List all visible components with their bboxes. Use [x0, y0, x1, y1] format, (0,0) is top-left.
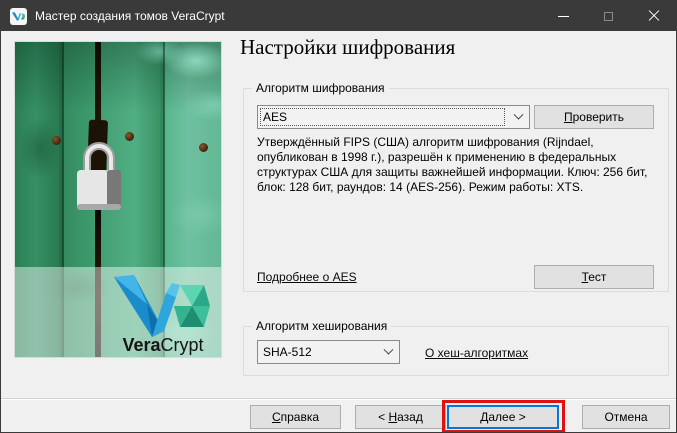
veracrypt-wordmark: VeraCrypt [113, 335, 213, 356]
minimize-icon [558, 16, 569, 17]
window-title: Мастер создания томов VeraCrypt [35, 9, 541, 23]
wizard-window: Мастер создания томов VeraCrypt [0, 0, 677, 433]
logo-band: VeraCrypt [15, 267, 221, 357]
verify-button-mnemonic: П [564, 110, 573, 124]
maximize-icon [604, 12, 613, 21]
padlock-photo-panel: VeraCrypt [14, 41, 222, 358]
hash-algorithm-value: SHA-512 [258, 345, 377, 359]
bolt-icon [52, 136, 61, 145]
page-title: Настройки шифрования [240, 35, 455, 60]
encryption-group: Алгоритм шифрования AES Проверить Утверж… [243, 88, 669, 292]
help-button[interactable]: Справка [250, 405, 341, 429]
chevron-down-icon [507, 114, 529, 121]
back-button-mnemonic: Н [388, 410, 397, 424]
next-button-label: алее > [488, 410, 525, 424]
back-button[interactable]: < Назад [355, 405, 446, 429]
benchmark-button-label: ест [588, 270, 606, 284]
padlock-icon [73, 142, 125, 212]
hash-algorithm-select[interactable]: SHA-512 [257, 340, 400, 364]
title-bar: Мастер создания томов VeraCrypt [1, 1, 676, 31]
encryption-group-label: Алгоритм шифрования [252, 81, 389, 95]
back-button-label: азад [397, 410, 423, 424]
veracrypt-app-icon [10, 8, 27, 25]
chevron-down-icon [377, 349, 399, 356]
encryption-algorithm-select[interactable]: AES [257, 105, 530, 129]
benchmark-button[interactable]: Тест [534, 265, 654, 289]
maximize-button[interactable] [586, 1, 631, 31]
help-button-mnemonic: С [272, 410, 281, 424]
verify-button-label: роверить [573, 110, 624, 124]
dialog-client-area: VeraCrypt Настройки шифрования Алгоритм … [1, 31, 676, 432]
help-button-label: правка [281, 410, 319, 424]
hash-info-link[interactable]: О хеш-алгоритмах [425, 346, 528, 360]
cancel-button[interactable]: Отмена [582, 405, 670, 429]
hashing-group: Алгоритм хеширования SHA-512 О хеш-алгор… [243, 326, 669, 376]
algorithm-description: Утверждённый FIPS (США) алгоритм шифрова… [257, 135, 665, 195]
encryption-algorithm-value: AES [258, 110, 507, 124]
close-button[interactable] [631, 1, 676, 31]
more-about-aes-link[interactable]: Подробнее о AES [257, 270, 357, 284]
minimize-button[interactable] [541, 1, 586, 31]
veracrypt-logo [114, 275, 210, 337]
next-button[interactable]: Далее > [447, 405, 559, 429]
wordmark-bold: Vera [122, 335, 160, 355]
wordmark-regular: Crypt [161, 335, 204, 355]
back-button-prefix: < [378, 410, 388, 424]
bolt-icon [199, 143, 208, 152]
hashing-group-label: Алгоритм хеширования [252, 319, 391, 333]
bolt-icon [125, 132, 134, 141]
vc-logo-icon [12, 10, 25, 23]
verify-button[interactable]: Проверить [534, 105, 654, 129]
footer-separator [1, 398, 676, 400]
close-icon [648, 10, 660, 22]
